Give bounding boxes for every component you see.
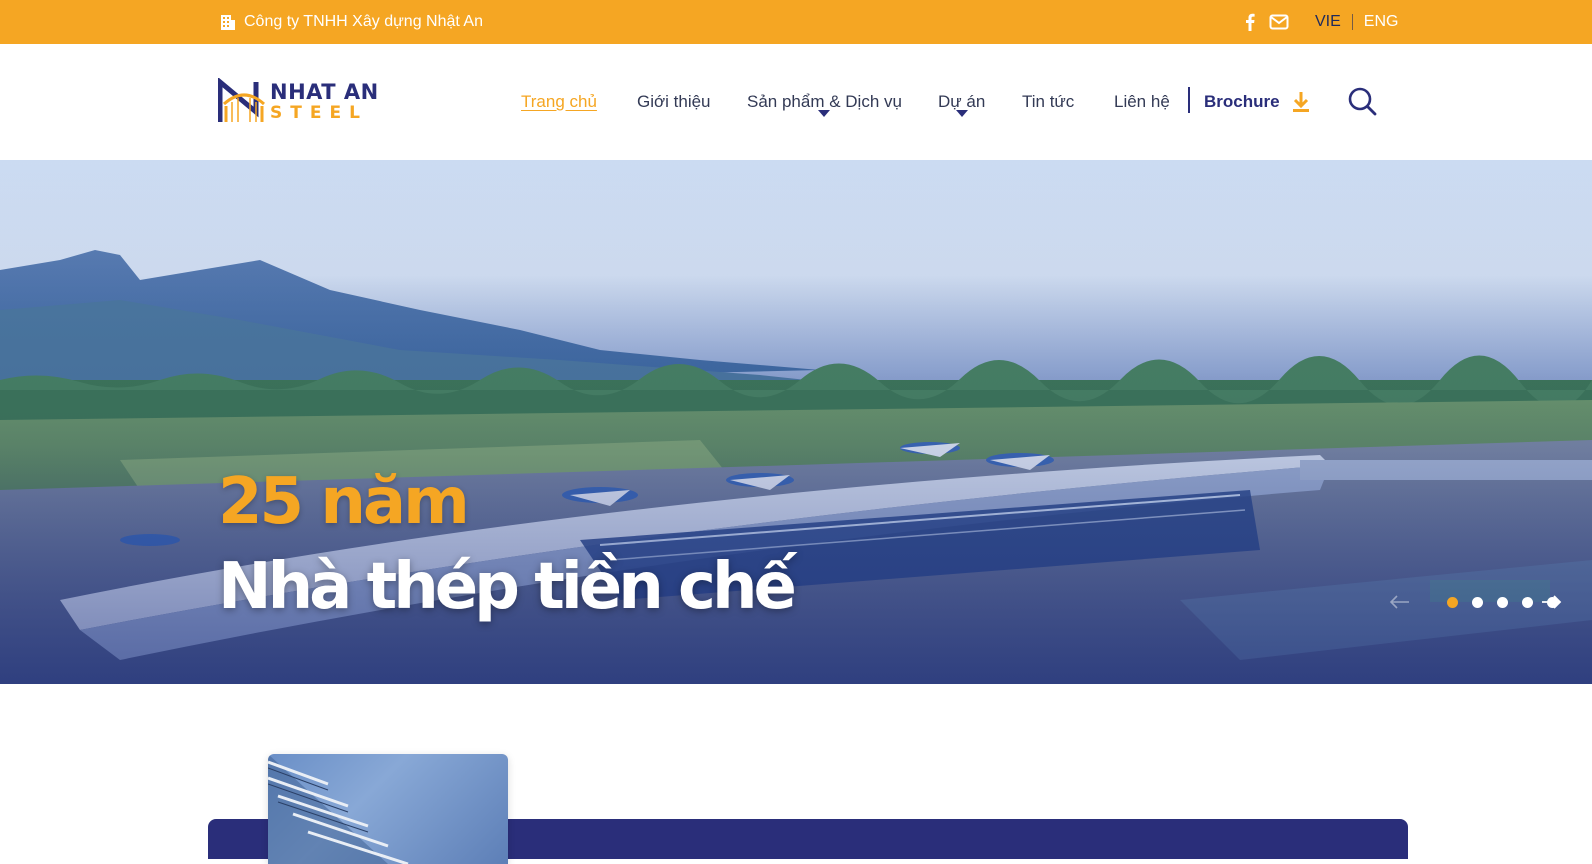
hero-slider: 25 năm Nhà thép tiền chế <box>0 160 1592 684</box>
nav-item-home[interactable]: Trang chủ <box>521 44 597 160</box>
building-icon <box>221 15 235 30</box>
nav-divider <box>1188 87 1190 113</box>
intro-image <box>268 754 508 864</box>
lang-eng-link[interactable]: ENG <box>1364 13 1399 31</box>
top-bar: Công ty TNHH Xây dựng Nhật An VIE ENG <box>0 0 1592 44</box>
intro-section <box>0 684 1592 864</box>
arrow-right-icon[interactable] <box>1541 594 1563 610</box>
nav-label: Dự án <box>938 92 986 111</box>
facebook-icon[interactable] <box>1245 13 1255 31</box>
mail-icon[interactable] <box>1269 14 1289 30</box>
nav-item-projects[interactable]: Dự án <box>938 44 985 160</box>
nav-item-products-services[interactable]: Sản phẩm & Dịch vụ <box>747 44 902 160</box>
chevron-down-icon <box>818 110 831 117</box>
nav-label: Trang chủ <box>521 92 597 111</box>
lang-divider <box>1351 14 1353 30</box>
main-header: NHAT AN STEEL Trang chủ Giới thiệu Sản p… <box>0 44 1592 160</box>
slider-dot-1[interactable] <box>1447 597 1458 608</box>
brochure-label: Brochure <box>1204 92 1280 111</box>
nav-item-contact[interactable]: Liên hệ <box>1114 44 1170 160</box>
nav-label: Sản phẩm & Dịch vụ <box>747 92 902 111</box>
company-name: Công ty TNHH Xây dựng Nhật An <box>244 13 483 30</box>
slider-dot-3[interactable] <box>1497 597 1508 608</box>
nav-item-about[interactable]: Giới thiệu <box>637 44 711 160</box>
chevron-down-icon <box>955 110 968 117</box>
arrow-left-icon[interactable] <box>1388 594 1410 610</box>
download-icon <box>1292 92 1309 112</box>
search-icon[interactable] <box>1347 86 1377 116</box>
language-switcher: VIE ENG <box>1315 0 1398 44</box>
slider-dot-4[interactable] <box>1522 597 1533 608</box>
nav-label: Tin tức <box>1022 92 1075 111</box>
building-facade-image <box>268 754 409 864</box>
slider-dot-2[interactable] <box>1472 597 1483 608</box>
hero-headline-title: Nhà thép tiền chế <box>218 550 797 624</box>
nav-label: Liên hệ <box>1114 92 1170 111</box>
company-info: Công ty TNHH Xây dựng Nhật An <box>220 0 483 44</box>
brochure-download-link[interactable]: Brochure <box>1204 44 1310 160</box>
social-links <box>1245 0 1289 44</box>
nav-item-news[interactable]: Tin tức <box>1022 44 1074 160</box>
hero-headline-years: 25 năm <box>218 465 470 539</box>
lang-vie-link[interactable]: VIE <box>1315 13 1341 31</box>
nav-label: Giới thiệu <box>637 92 711 111</box>
